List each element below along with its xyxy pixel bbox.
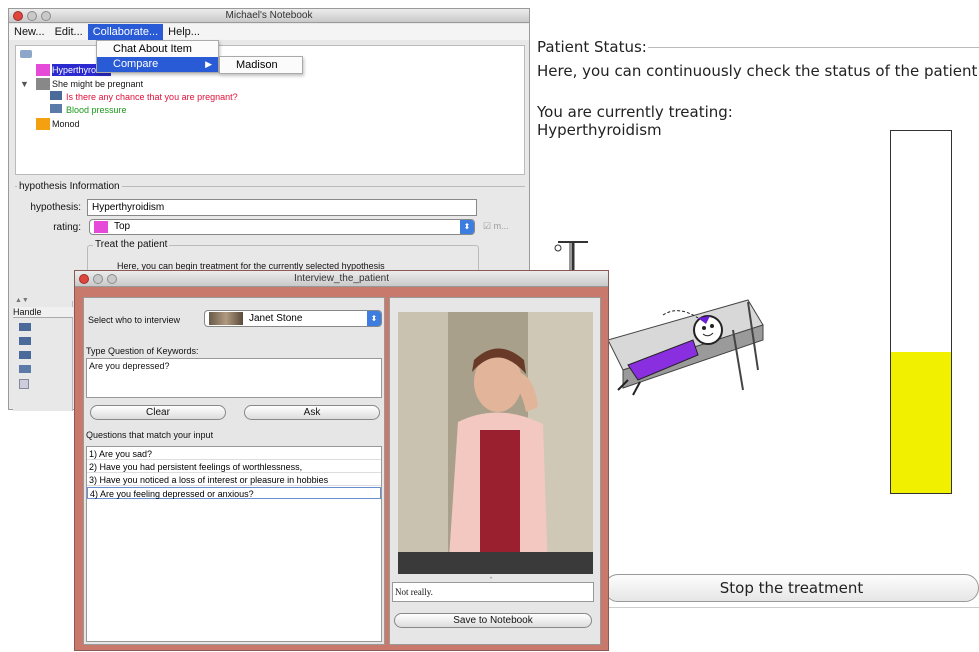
patient-video-frame: [398, 312, 593, 574]
m-checkbox-label: m...: [493, 221, 509, 231]
close-icon[interactable]: [13, 11, 23, 21]
tree-item-monod[interactable]: Monod: [52, 118, 80, 130]
questions-list[interactable]: 1) Are you sad? 2) Have you had persiste…: [86, 446, 382, 642]
save-to-notebook-button[interactable]: Save to Notebook: [394, 613, 592, 628]
matches-label: Questions that match your input: [86, 430, 214, 440]
chevron-updown-icon: ⬍: [367, 311, 381, 326]
rating-label: rating:: [53, 222, 81, 233]
handle-header: Handle: [13, 307, 73, 318]
folder-icon: [20, 50, 32, 58]
zoom-icon[interactable]: [41, 11, 51, 21]
notebook-titlebar: Michael's Notebook: [9, 9, 529, 23]
hypothesis-orange-icon: [36, 118, 50, 130]
interview-controls-panel: Select who to interview Janet Stone ⬍ Ty…: [83, 297, 385, 645]
minimize-icon[interactable]: [93, 274, 103, 284]
menu-collaborate[interactable]: Collaborate...: [87, 24, 164, 40]
handle-panel: ▲▼ Handle: [13, 297, 73, 411]
menu-chat-about-item[interactable]: Chat About Item: [97, 42, 218, 57]
interviewee-name: Janet Stone: [249, 313, 303, 324]
compare-submenu: Madison: [219, 56, 303, 74]
collaborate-dropdown: Chat About Item Compare ▶: [96, 40, 219, 73]
tree-item-blood-pressure[interactable]: Blood pressure: [66, 104, 127, 116]
treat-legend: Treat the patient: [93, 239, 170, 250]
question-item[interactable]: 4) Are you feeling depressed or anxious?: [87, 487, 381, 499]
keyword-label: Type Question of Keywords:: [86, 346, 199, 356]
status-divider: [648, 47, 979, 48]
zoom-icon[interactable]: [107, 274, 117, 284]
sort-arrows-icon: ▲▼: [15, 297, 29, 304]
treating-value: Hyperthyroidism: [537, 121, 662, 139]
notebook-title: Michael's Notebook: [225, 10, 313, 21]
expand-triangle-icon[interactable]: ▼: [20, 78, 29, 90]
interviewee-select[interactable]: Janet Stone ⬍: [204, 310, 382, 327]
keyword-input[interactable]: Are you depressed?: [86, 358, 382, 398]
chevron-updown-icon: ⬍: [460, 220, 474, 234]
close-icon[interactable]: [79, 274, 89, 284]
bottom-divider: [604, 607, 979, 608]
select-interviewee-label: Select who to interview: [88, 315, 181, 325]
menu-compare-label: Compare: [113, 58, 159, 70]
handle-document-icon[interactable]: [19, 379, 29, 389]
question-item[interactable]: 1) Are you sad?: [87, 448, 381, 460]
patient-status-title: Patient Status:: [537, 38, 647, 56]
treating-label: You are currently treating:: [537, 103, 733, 121]
submenu-item-madison[interactable]: Madison: [236, 59, 278, 71]
hypothesis-gray-icon: [36, 78, 50, 90]
hypothesis-label: hypothesis:: [30, 202, 81, 213]
rating-color-icon: [94, 221, 108, 233]
answer-display: Not really.: [392, 582, 594, 602]
menu-new[interactable]: New...: [9, 24, 50, 40]
menu-compare[interactable]: Compare ▶: [97, 57, 218, 72]
patient-health-meter: [890, 130, 952, 494]
clear-button[interactable]: Clear: [90, 405, 226, 420]
rating-select[interactable]: Top ⬍: [89, 219, 475, 235]
health-meter-fill: [891, 351, 951, 493]
menubar: New... Edit... Collaborate... Help...: [9, 24, 529, 40]
question-item[interactable]: 3) Have you noticed a loss of interest o…: [87, 474, 381, 486]
video-icon: [50, 91, 62, 100]
rating-value: Top: [114, 221, 131, 232]
ask-button[interactable]: Ask: [244, 405, 380, 420]
interview-title: Interview_the_patient: [293, 273, 390, 284]
minimize-icon[interactable]: [27, 11, 37, 21]
hypothesis-info-legend: hypothesis Information: [17, 181, 122, 192]
interview-video-panel: • Not really. Save to Notebook: [389, 297, 601, 645]
question-item[interactable]: 2) Have you had persistent feelings of w…: [87, 461, 381, 473]
m-checkbox[interactable]: ☑ m...: [483, 221, 509, 232]
hypothesis-color-icon: [36, 64, 50, 76]
interview-window: Interview_the_patient Select who to inte…: [74, 270, 609, 651]
menu-help[interactable]: Help...: [163, 24, 205, 40]
handle-video-icon[interactable]: [19, 323, 31, 331]
handle-video-icon[interactable]: [19, 337, 31, 345]
patient-status-description: Here, you can continuously check the sta…: [537, 62, 978, 80]
interview-titlebar: Interview_the_patient: [75, 271, 608, 287]
handle-chart-icon[interactable]: [19, 365, 31, 373]
menu-edit[interactable]: Edit...: [50, 24, 88, 40]
submenu-arrow-icon: ▶: [205, 59, 212, 69]
hypothesis-field[interactable]: Hyperthyroidism: [87, 199, 477, 216]
tree-item-pregnant[interactable]: She might be pregnant: [52, 78, 143, 90]
interviewee-avatar: [209, 312, 243, 325]
tree-item-pregnancy-question[interactable]: Is there any chance that you are pregnan…: [66, 91, 238, 103]
chart-icon: [50, 104, 62, 113]
stop-treatment-button[interactable]: Stop the treatment: [604, 574, 979, 602]
iv-stand-icon: [554, 241, 588, 270]
handle-video-icon[interactable]: [19, 351, 31, 359]
